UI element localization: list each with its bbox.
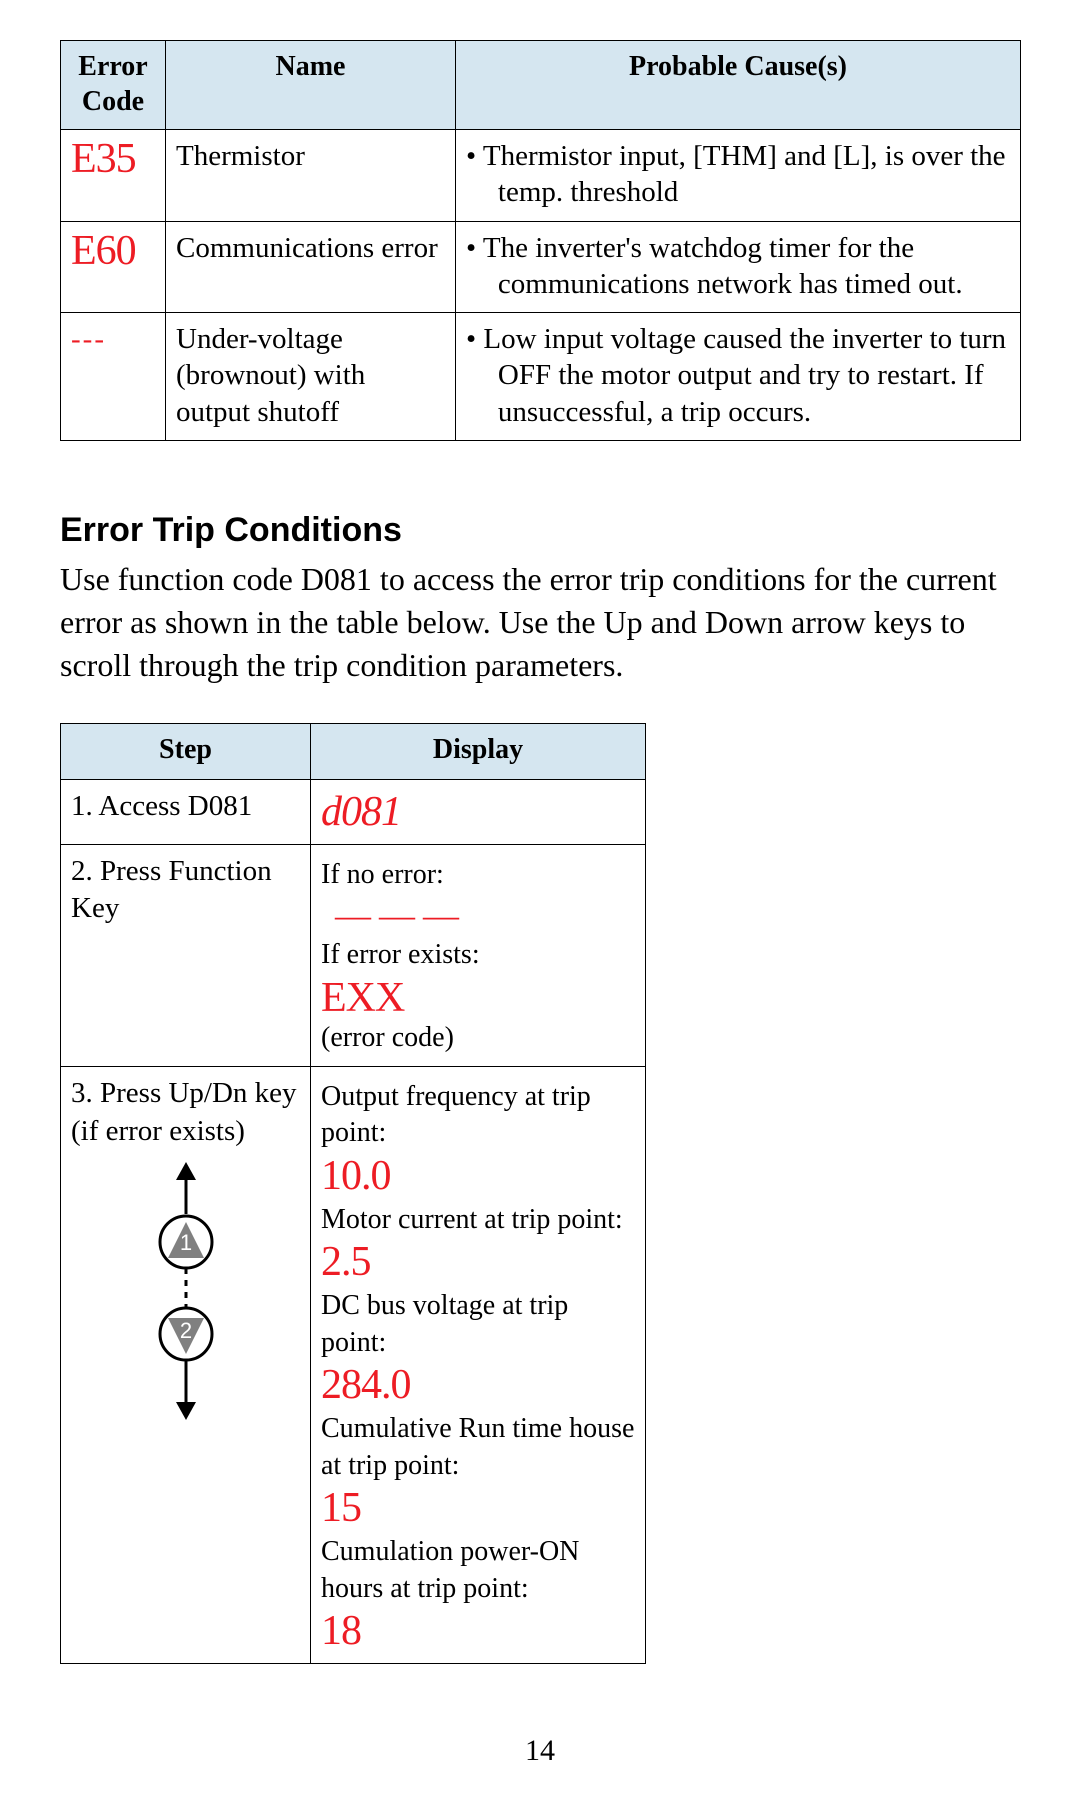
col-header-code: Error Code bbox=[61, 41, 166, 130]
trip-step: 3. Press Up/Dn key (if error exists) 1 2 bbox=[61, 1067, 311, 1664]
display-value: 2.5 bbox=[321, 1240, 635, 1284]
display-value: EXX bbox=[321, 976, 635, 1020]
section-heading: Error Trip Conditions bbox=[60, 511, 1020, 550]
table-row: E35 Thermistor • Thermistor input, [THM]… bbox=[61, 130, 1021, 222]
display-value: 10.0 bbox=[321, 1154, 635, 1198]
display-label: DC bus voltage at trip point: bbox=[321, 1288, 635, 1361]
trip-display: If no error: ——— If error exists: EXX (e… bbox=[311, 844, 646, 1066]
col-header-name: Name bbox=[166, 41, 456, 130]
display-label: If no error: bbox=[321, 857, 635, 893]
table-header-row: Step Display bbox=[61, 724, 646, 779]
error-name: Thermistor bbox=[166, 130, 456, 222]
col-header-cause: Probable Cause(s) bbox=[456, 41, 1021, 130]
error-cause: • Low input voltage caused the inverter … bbox=[456, 313, 1021, 441]
page-number: 14 bbox=[0, 1734, 1080, 1768]
display-value: 15 bbox=[321, 1486, 635, 1530]
table-header-row: Error Code Name Probable Cause(s) bbox=[61, 41, 1021, 130]
up-key-label: 1 bbox=[179, 1230, 191, 1255]
display-label: Cumulation power-ON hours at trip point: bbox=[321, 1534, 635, 1607]
trip-display: Output frequency at trip point: 10.0 Mot… bbox=[311, 1067, 646, 1664]
display-value: d081 bbox=[321, 790, 635, 834]
display-label: Cumulative Run time house at trip point: bbox=[321, 1411, 635, 1484]
trip-step: 2. Press Function Key bbox=[61, 844, 311, 1066]
trip-step-text: 3. Press Up/Dn key (if error exists) bbox=[71, 1077, 297, 1147]
display-value: ——— bbox=[335, 897, 635, 933]
display-label: Motor current at trip point: bbox=[321, 1202, 635, 1238]
down-key-label: 2 bbox=[179, 1318, 191, 1343]
section-body: Use function code D081 to access the err… bbox=[60, 558, 1020, 688]
table-row: --- Under-voltage (brownout) with output… bbox=[61, 313, 1021, 441]
error-code-table: Error Code Name Probable Cause(s) E35 Th… bbox=[60, 40, 1021, 441]
error-cause: • The inverter's watchdog timer for the … bbox=[456, 221, 1021, 313]
up-down-keys-icon: 1 2 bbox=[146, 1162, 226, 1422]
display-label: Output frequency at trip point: bbox=[321, 1079, 635, 1152]
trip-display: d081 bbox=[311, 779, 646, 844]
display-value: 18 bbox=[321, 1609, 635, 1653]
table-row: 2. Press Function Key If no error: ——— I… bbox=[61, 844, 646, 1066]
error-cause: • Thermistor input, [THM] and [L], is ov… bbox=[456, 130, 1021, 222]
error-code-e60: E60 bbox=[71, 228, 136, 274]
table-row: 3. Press Up/Dn key (if error exists) 1 2 bbox=[61, 1067, 646, 1664]
trip-conditions-table: Step Display 1. Access D081 d081 2. Pres… bbox=[60, 723, 646, 1664]
display-value: 284.0 bbox=[321, 1363, 635, 1407]
display-note: (error code) bbox=[321, 1020, 635, 1056]
error-name: Under-voltage (brownout) with output shu… bbox=[166, 313, 456, 441]
error-name: Communications error bbox=[166, 221, 456, 313]
error-code-e35: E35 bbox=[71, 136, 136, 182]
col-header-display: Display bbox=[311, 724, 646, 779]
table-row: E60 Communications error • The inverter'… bbox=[61, 221, 1021, 313]
display-label: If error exists: bbox=[321, 937, 635, 973]
col-header-step: Step bbox=[61, 724, 311, 779]
table-row: 1. Access D081 d081 bbox=[61, 779, 646, 844]
trip-step: 1. Access D081 bbox=[61, 779, 311, 844]
error-code-dash: --- bbox=[71, 323, 106, 355]
